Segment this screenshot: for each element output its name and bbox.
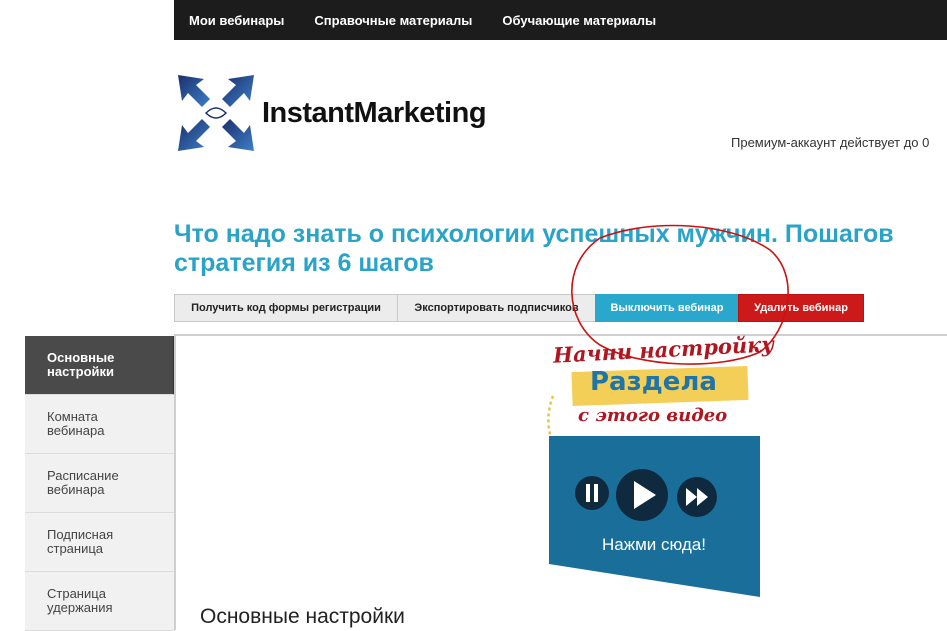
play-icon [616, 469, 668, 521]
video-controls [575, 469, 717, 521]
video-caption[interactable]: Нажми сюда! [548, 535, 760, 555]
annotation-line-2: Раздела [590, 367, 717, 397]
pause-icon [575, 476, 609, 510]
video-widget[interactable] [549, 435, 761, 598]
annotation-overlay [547, 224, 789, 597]
annotation-line-3: с этого видео [578, 405, 728, 426]
fast-forward-icon [677, 477, 717, 517]
